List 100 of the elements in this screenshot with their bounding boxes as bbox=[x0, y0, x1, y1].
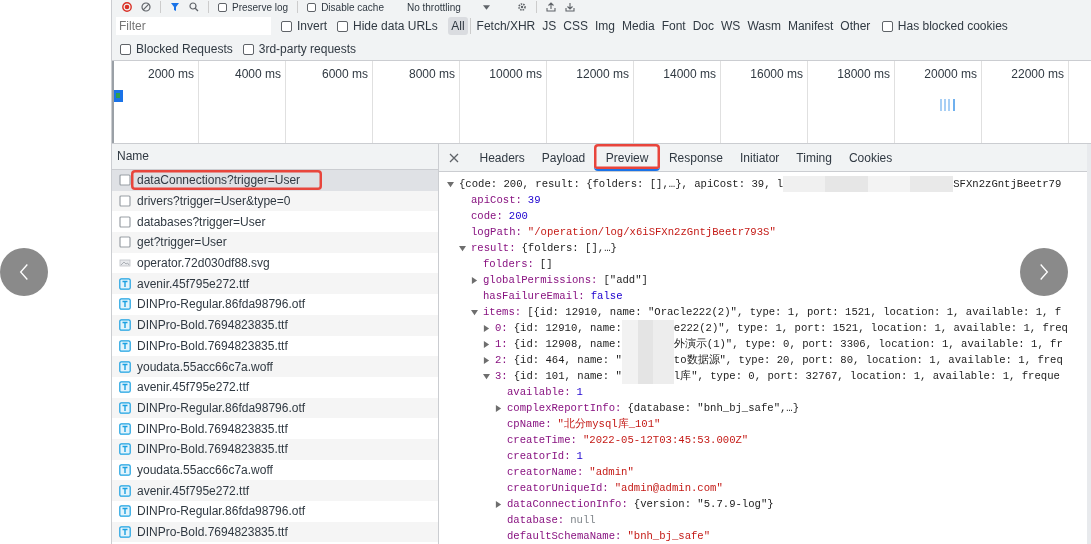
resource-type-button[interactable]: Font bbox=[658, 17, 690, 35]
checkbox[interactable] bbox=[307, 2, 317, 12]
settings-icon[interactable] bbox=[516, 2, 527, 12]
close-icon[interactable] bbox=[449, 152, 459, 163]
resource-type-button[interactable]: Media bbox=[618, 17, 659, 35]
resource-type-button[interactable]: CSS bbox=[559, 17, 592, 35]
request-row[interactable]: DINPro-Bold.7694823835.ttf bbox=[112, 438, 438, 460]
collapsed-triangle-icon[interactable] bbox=[483, 356, 490, 364]
request-row[interactable]: drivers?trigger=User&type=0 bbox=[112, 190, 438, 212]
request-name: youdata.55acc66c7a.woff bbox=[136, 461, 274, 479]
collapsed-triangle-icon[interactable] bbox=[495, 404, 502, 412]
timeline-bar-drawing bbox=[940, 99, 956, 111]
tab[interactable]: Payload bbox=[533, 144, 594, 171]
filter-field[interactable]: Filter bbox=[116, 17, 271, 35]
property-value: "bnh_bj_safe" bbox=[627, 530, 711, 542]
tab[interactable]: Response bbox=[660, 144, 732, 171]
collapsed-triangle-icon[interactable] bbox=[471, 276, 478, 284]
resource-type-button[interactable]: Other bbox=[836, 17, 874, 35]
resource-type-button[interactable]: All bbox=[447, 17, 469, 35]
property-key: creatorUniqueId: bbox=[507, 482, 609, 494]
resource-type-button[interactable]: Doc bbox=[689, 17, 718, 35]
collapsed-triangle-icon[interactable] bbox=[483, 324, 490, 332]
checkbox-option[interactable]: Preserve log bbox=[218, 1, 289, 13]
checkbox-option[interactable]: Disable cache bbox=[307, 1, 384, 13]
checkbox[interactable] bbox=[337, 20, 348, 32]
tab[interactable]: Initiator bbox=[731, 144, 788, 171]
request-name: DINPro-Bold.7694823835.ttf bbox=[136, 420, 289, 438]
font-file-icon bbox=[119, 339, 131, 352]
throttling-dropdown[interactable]: No throttling bbox=[406, 1, 490, 13]
collapsed-triangle-icon[interactable] bbox=[483, 340, 490, 348]
document-icon bbox=[119, 195, 131, 208]
checkbox[interactable] bbox=[120, 43, 131, 55]
resource-type-button[interactable]: Wasm bbox=[743, 17, 785, 35]
record-icon[interactable] bbox=[122, 2, 132, 12]
search-icon[interactable] bbox=[189, 2, 199, 12]
font-file-icon bbox=[119, 360, 131, 373]
checkbox-option[interactable]: Blocked Requests bbox=[120, 42, 233, 56]
resource-type-button[interactable]: JS bbox=[538, 17, 560, 35]
image-icon bbox=[119, 257, 131, 270]
property-key: globalPermissions: bbox=[483, 274, 598, 286]
request-row[interactable]: DINPro-Bold.7694823835.ttf bbox=[112, 521, 438, 543]
property-value: 200 bbox=[508, 210, 528, 222]
request-row[interactable]: youdata.55acc66c7a.woff bbox=[112, 356, 438, 377]
document-icon bbox=[119, 236, 131, 249]
expanded-triangle-icon[interactable] bbox=[483, 372, 490, 380]
property-value: 1 bbox=[576, 386, 583, 398]
property-value: 39 bbox=[527, 194, 541, 206]
next-button[interactable] bbox=[1020, 248, 1068, 296]
property-key: 0: bbox=[495, 322, 508, 334]
resource-type-button[interactable]: Img bbox=[591, 17, 619, 35]
collapsed-triangle-icon[interactable] bbox=[495, 500, 502, 508]
property-value: [{id: 12910, name: "Oracle222(2)", type: 1, port: 1521, location: 1, available: 1, f bbox=[527, 306, 1062, 318]
clear-icon[interactable] bbox=[141, 2, 151, 12]
property-value: {id: 464, name: " bbox=[513, 354, 622, 366]
checkbox[interactable] bbox=[218, 2, 227, 12]
expanded-triangle-icon[interactable] bbox=[471, 308, 478, 316]
request-row[interactable]: avenir.45f795e272.ttf bbox=[112, 273, 438, 295]
checkbox-option[interactable]: 3rd-party requests bbox=[242, 42, 357, 56]
property-value: {code: 200, result: {folders: [],…}, apiCost: 39, l bbox=[459, 178, 784, 190]
filter-icon[interactable] bbox=[170, 2, 180, 12]
font-file-icon bbox=[119, 505, 131, 518]
checkbox-option[interactable]: Invert bbox=[281, 19, 327, 33]
request-row[interactable]: DINPro-Bold.7694823835.ttf bbox=[112, 314, 438, 336]
property-value: {database: "bnh_bj_safe",…} bbox=[627, 402, 800, 414]
expanded-triangle-icon[interactable] bbox=[447, 180, 454, 188]
request-row[interactable]: get?trigger=User bbox=[112, 232, 438, 253]
request-name: dataConnections?trigger=User bbox=[131, 170, 323, 191]
resource-type-button[interactable]: Fetch/XHR bbox=[473, 17, 539, 35]
request-row[interactable]: avenir.45f795e272.ttf bbox=[112, 480, 438, 501]
request-name: DINPro-Regular.86fda98796.otf bbox=[136, 503, 307, 521]
request-name: operator.72d030df88.svg bbox=[136, 255, 271, 273]
resource-type-button[interactable]: Manifest bbox=[784, 17, 837, 35]
checkbox-option[interactable]: Has blocked cookies bbox=[881, 19, 1008, 33]
checkbox-option[interactable]: Hide data URLs bbox=[337, 19, 438, 33]
property-value: 外演示(1)", type: 0, port: 3306, location: 1, available: 1, fr bbox=[673, 337, 1063, 351]
checkbox[interactable] bbox=[242, 43, 254, 55]
upload-icon[interactable] bbox=[545, 2, 556, 12]
checkbox[interactable] bbox=[281, 20, 292, 32]
tab[interactable]: Cookies bbox=[840, 144, 901, 171]
redaction-block bbox=[621, 368, 674, 384]
column-header[interactable]: Name bbox=[112, 144, 438, 170]
property-key: defaultSchemaName: bbox=[507, 530, 622, 542]
tab[interactable]: Preview bbox=[593, 144, 661, 171]
request-name: DINPro-Bold.7694823835.ttf bbox=[136, 441, 289, 459]
request-row[interactable]: dataConnections?trigger=User bbox=[112, 170, 438, 191]
tab[interactable]: Headers bbox=[471, 144, 534, 171]
tab[interactable]: Timing bbox=[787, 144, 841, 171]
property-value: {id: 12908, name: bbox=[513, 338, 622, 350]
property-value: false bbox=[590, 290, 623, 302]
property-value: SFXn2zGntjBeetr79 bbox=[953, 178, 1062, 190]
property-key: 2: bbox=[495, 354, 508, 366]
download-icon[interactable] bbox=[564, 2, 575, 12]
redaction-block bbox=[621, 320, 674, 336]
resource-type-button[interactable]: WS bbox=[717, 17, 744, 35]
request-row[interactable]: DINPro-Regular.86fda98796.otf bbox=[112, 397, 438, 419]
property-key: result: bbox=[471, 242, 516, 254]
timeline-tick-label: 10000 ms bbox=[489, 67, 542, 81]
checkbox[interactable] bbox=[881, 20, 893, 32]
expanded-triangle-icon[interactable] bbox=[459, 244, 466, 252]
chevron-right-icon bbox=[1039, 263, 1049, 281]
